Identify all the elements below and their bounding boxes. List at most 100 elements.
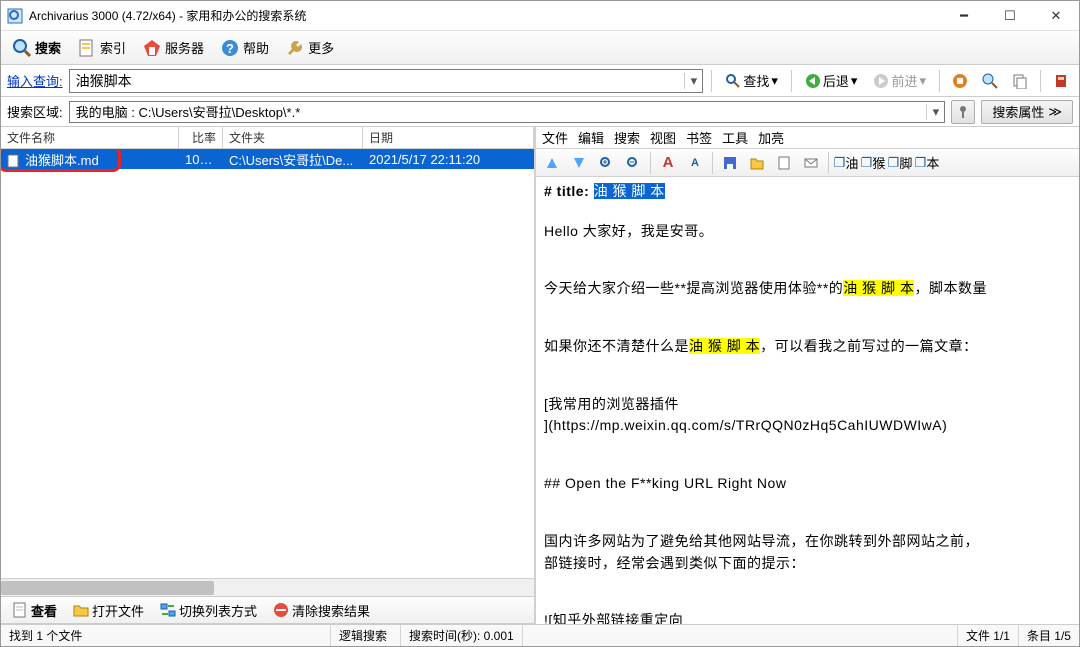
prev-down-button[interactable] xyxy=(567,151,591,175)
menu-search[interactable]: 搜索 xyxy=(614,128,640,147)
window-title: Archivarius 3000 (4.72/x64) - 家用和办公的搜索系统 xyxy=(29,7,941,24)
preview-line: # title: xyxy=(544,183,594,199)
close-button[interactable]: ✕ xyxy=(1033,1,1079,30)
preview-line: ![知乎外部链接重定向 xyxy=(544,610,1071,624)
magnifier-icon xyxy=(725,73,741,89)
app-icon xyxy=(7,8,23,24)
chevron-down-icon[interactable]: ▾ xyxy=(851,73,858,89)
preview-highlight: 油 猴 脚 本 xyxy=(843,280,914,296)
col-folder[interactable]: 文件夹 xyxy=(223,127,363,148)
file-icon xyxy=(7,154,21,168)
send-button[interactable] xyxy=(799,151,823,175)
toolbar-index-label: 索引 xyxy=(100,38,126,57)
stop-button[interactable] xyxy=(948,69,972,93)
menu-highlight[interactable]: 加亮 xyxy=(758,128,784,147)
preview-line: ](https://mp.weixin.qq.com/s/TRrQQN0zHq5… xyxy=(544,415,1071,437)
zoom-out-button[interactable] xyxy=(621,151,645,175)
word1-button[interactable]: ❐油 xyxy=(834,151,858,175)
preview-menubar: 文件 编辑 搜索 视图 书签 工具 加亮 xyxy=(536,127,1079,149)
view-result-button[interactable]: 查看 xyxy=(5,597,64,624)
doc-button[interactable] xyxy=(772,151,796,175)
help-icon: ? xyxy=(220,38,240,58)
preview-selected-text: 油 猴 脚 本 xyxy=(594,183,665,199)
folder-button[interactable] xyxy=(745,151,769,175)
status-file: 文件 1/1 xyxy=(958,625,1019,646)
view-button[interactable] xyxy=(978,69,1002,93)
preview-line: ## Open the F**king URL Right Now xyxy=(544,473,1071,495)
open-file-button[interactable]: 打开文件 xyxy=(66,597,151,624)
toolbar-more-label: 更多 xyxy=(308,38,334,57)
zoom-in-button[interactable] xyxy=(594,151,618,175)
chevron-down-icon[interactable]: ▾ xyxy=(926,104,944,120)
results-grid[interactable]: 油猴脚本.md 100% C:\Users\安哥拉\De... 2021/5/1… xyxy=(1,149,534,578)
main-toolbar: 搜索 索引 服务器 ? 帮助 更多 xyxy=(1,31,1079,65)
menu-tools[interactable]: 工具 xyxy=(722,128,748,147)
query-combobox[interactable]: ▾ xyxy=(69,69,704,93)
open-file-label: 打开文件 xyxy=(92,601,144,620)
font-smaller-button[interactable]: A xyxy=(683,151,707,175)
search-attributes-button[interactable]: 搜索属性 ≫ xyxy=(981,100,1073,124)
query-label[interactable]: 输入查询: xyxy=(7,71,63,90)
word2-button[interactable]: ❐猴 xyxy=(861,151,885,175)
maximize-button[interactable]: ☐ xyxy=(987,1,1033,30)
preview-line: ，可以看我之前写过的一篇文章： xyxy=(760,338,978,354)
toolbar-search[interactable]: 搜索 xyxy=(5,34,68,62)
wrench-icon xyxy=(285,38,305,58)
toolbar-server[interactable]: 服务器 xyxy=(135,34,211,62)
file-name-cell: 油猴脚本.md xyxy=(25,153,99,168)
prev-up-button[interactable] xyxy=(540,151,564,175)
menu-bookmark[interactable]: 书签 xyxy=(686,128,712,147)
status-item: 条目 1/5 xyxy=(1019,625,1079,646)
preview-line: 如果你还不清楚什么是 xyxy=(544,338,689,354)
find-button[interactable]: 查找 ▾ xyxy=(720,68,783,93)
preview-line: [我常用的浏览器插件 xyxy=(544,394,1071,416)
magnifier-icon xyxy=(12,38,32,58)
list-switch-icon xyxy=(160,602,176,618)
find-label: 查找 xyxy=(743,71,769,90)
word3-button[interactable]: ❐脚 xyxy=(888,151,912,175)
toolbar-help-label: 帮助 xyxy=(243,38,269,57)
forward-arrow-icon xyxy=(873,73,889,89)
back-button[interactable]: 后退 ▾ xyxy=(800,68,863,93)
toolbar-help[interactable]: ? 帮助 xyxy=(213,34,276,62)
scope-label: 搜索区域: xyxy=(7,102,63,121)
chevron-down-icon[interactable]: ▾ xyxy=(919,73,926,89)
chevron-down-icon[interactable]: ▾ xyxy=(771,73,778,89)
col-filename[interactable]: 文件名称 xyxy=(1,127,179,148)
menu-edit[interactable]: 编辑 xyxy=(578,128,604,147)
chevron-right-icon: ≫ xyxy=(1048,104,1062,120)
horizontal-scrollbar[interactable] xyxy=(1,578,534,596)
minimize-button[interactable]: ━ xyxy=(941,1,987,30)
col-date[interactable]: 日期 xyxy=(363,127,534,148)
switch-list-button[interactable]: 切换列表方式 xyxy=(153,597,264,624)
scope-input[interactable] xyxy=(70,102,927,121)
result-row[interactable]: 油猴脚本.md 100% C:\Users\安哥拉\De... 2021/5/1… xyxy=(1,149,534,169)
menu-file[interactable]: 文件 xyxy=(542,128,568,147)
preview-line: Hello 大家好，我是安哥。 xyxy=(544,221,1071,243)
preview-line: 国内许多网站为了避免给其他网站导流，在你跳转到外部网站之前， xyxy=(544,531,1071,553)
book-button[interactable] xyxy=(1049,69,1073,93)
chevron-down-icon[interactable]: ▾ xyxy=(684,73,702,89)
toolbar-more[interactable]: 更多 xyxy=(278,34,341,62)
toolbar-search-label: 搜索 xyxy=(35,38,61,57)
save-button[interactable] xyxy=(718,151,742,175)
word4-button[interactable]: ❐本 xyxy=(915,151,939,175)
toolbar-server-label: 服务器 xyxy=(165,38,204,57)
menu-view[interactable]: 视图 xyxy=(650,128,676,147)
scope-combobox[interactable]: ▾ xyxy=(69,101,946,123)
copy-button[interactable] xyxy=(1008,69,1032,93)
pin-button[interactable] xyxy=(951,100,975,124)
no-entry-icon xyxy=(273,602,289,618)
status-found: 找到 1 个文件 xyxy=(1,625,331,646)
results-footer-toolbar: 查看 打开文件 切换列表方式 清除搜索结果 xyxy=(1,596,534,624)
forward-button[interactable]: 前进 ▾ xyxy=(868,68,931,93)
query-input[interactable] xyxy=(70,71,685,91)
preview-line: ，脚本数量 xyxy=(914,280,987,296)
toolbar-index[interactable]: 索引 xyxy=(70,34,133,62)
col-ratio[interactable]: 比率 xyxy=(179,127,223,148)
clear-results-button[interactable]: 清除搜索结果 xyxy=(266,597,377,624)
svg-text:?: ? xyxy=(226,41,234,56)
preview-line: 部链接时，经常会遇到类似下面的提示： xyxy=(544,553,1071,575)
font-larger-button[interactable]: A xyxy=(656,151,680,175)
preview-pane[interactable]: # title: 油 猴 脚 本 Hello 大家好，我是安哥。 今天给大家介绍… xyxy=(536,177,1079,624)
